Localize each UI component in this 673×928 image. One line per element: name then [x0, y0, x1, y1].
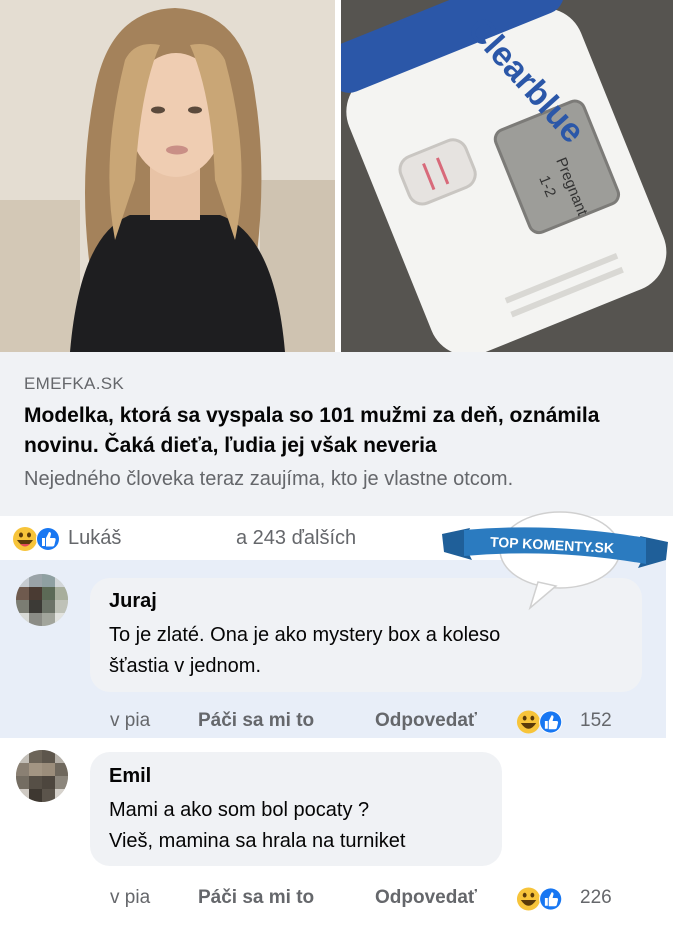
reactor-others[interactable]: a 243 ďalších	[236, 527, 356, 550]
like-button[interactable]: Páči sa mi to	[198, 887, 314, 909]
comment-author[interactable]: Emil	[109, 765, 151, 788]
reactor-name[interactable]: Lukáš	[68, 527, 121, 550]
comment-text-line: Mami a ako som bol pocaty ?	[109, 799, 370, 821]
haha-icon	[13, 527, 37, 551]
avatar[interactable]	[16, 750, 68, 802]
top-komenty-badge: TOP KOMENTY.SK	[442, 511, 668, 611]
comment-author[interactable]: Juraj	[109, 590, 157, 613]
reaction-icons	[13, 527, 60, 551]
comment-text-line: šťastia v jednom.	[109, 655, 262, 677]
reply-button[interactable]: Odpovedať	[375, 710, 477, 732]
pixelated-avatar-icon	[16, 750, 68, 802]
like-icon	[36, 527, 60, 551]
like-button[interactable]: Páči sa mi to	[198, 710, 314, 732]
comment-time[interactable]: v pia	[110, 710, 150, 732]
link-domain: EMEFKA.SK	[24, 374, 125, 393]
reaction-count[interactable]: 226	[580, 887, 612, 909]
pregnancy-test-photo[interactable]: Clearblue Pregnant 1-2	[341, 0, 673, 352]
comment-reaction-icons[interactable]	[516, 709, 568, 735]
comment-reaction-icons[interactable]	[516, 886, 568, 912]
link-headline[interactable]: Modelka, ktorá sa vyspala so 101 mužmi z…	[24, 401, 644, 461]
reply-button[interactable]: Odpovedať	[375, 887, 477, 909]
avatar[interactable]	[16, 574, 68, 626]
pregnancy-test-illustration: Clearblue Pregnant 1-2	[341, 0, 673, 352]
link-description: Nejedného človeka teraz zaujíma, kto je …	[24, 468, 514, 490]
model-photo-illustration	[0, 0, 335, 352]
reaction-count[interactable]: 152	[580, 710, 612, 732]
link-preview[interactable]: EMEFKA.SK Modelka, ktorá sa vyspala so 1…	[0, 352, 673, 517]
post-image-row[interactable]: Clearblue Pregnant 1-2	[0, 0, 673, 352]
comments-section: Juraj To je zlaté. Ona je ako mystery bo…	[0, 511, 673, 928]
comment-text-line: Vieš, mamina sa hrala na turniket	[109, 830, 406, 852]
pixelated-avatar-icon	[16, 574, 68, 626]
comment-time[interactable]: v pia	[110, 887, 150, 909]
comment-text-line: To je zlaté. Ona je ako mystery box a ko…	[109, 624, 501, 646]
model-photo[interactable]	[0, 0, 335, 352]
